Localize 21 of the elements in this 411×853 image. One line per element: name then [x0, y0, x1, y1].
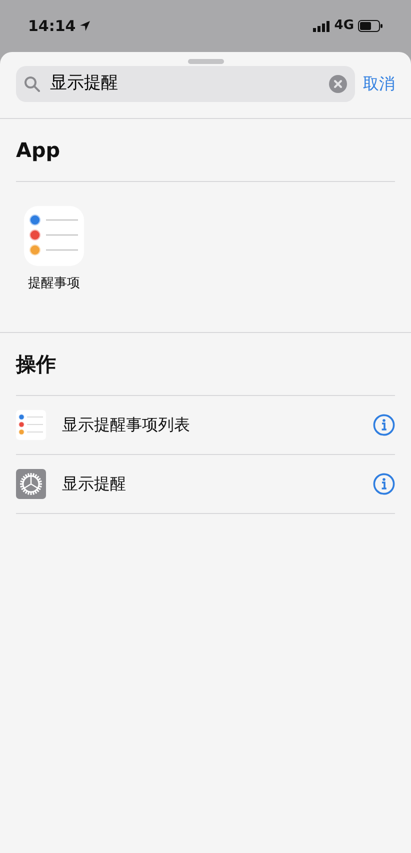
search-input[interactable]: 显示提醒 [48, 70, 321, 98]
signal-icon [313, 20, 330, 32]
action-label[interactable]: 显示提醒 [62, 472, 357, 496]
clear-icon[interactable] [329, 75, 347, 93]
search-bar[interactable]: 显示提醒 [16, 66, 355, 102]
gear-icon [16, 469, 46, 499]
action-label[interactable]: 显示提醒事项列表 [62, 413, 357, 437]
network-type: 4G [334, 17, 354, 36]
battery-icon [358, 20, 383, 32]
search-icon [24, 76, 40, 92]
location-arrow-icon [80, 21, 90, 31]
cancel-button[interactable]: 取消 [363, 72, 395, 96]
status-time: 14:14 [28, 16, 76, 37]
info-icon[interactable] [373, 414, 395, 436]
section-title: App [16, 137, 62, 164]
app-label[interactable]: 提醒事项 [28, 274, 80, 294]
reminders-icon [24, 206, 84, 266]
info-icon[interactable] [373, 473, 395, 495]
grabber-handle[interactable] [188, 59, 224, 64]
section-title: 操作 [16, 351, 57, 378]
reminders-icon [16, 410, 46, 440]
